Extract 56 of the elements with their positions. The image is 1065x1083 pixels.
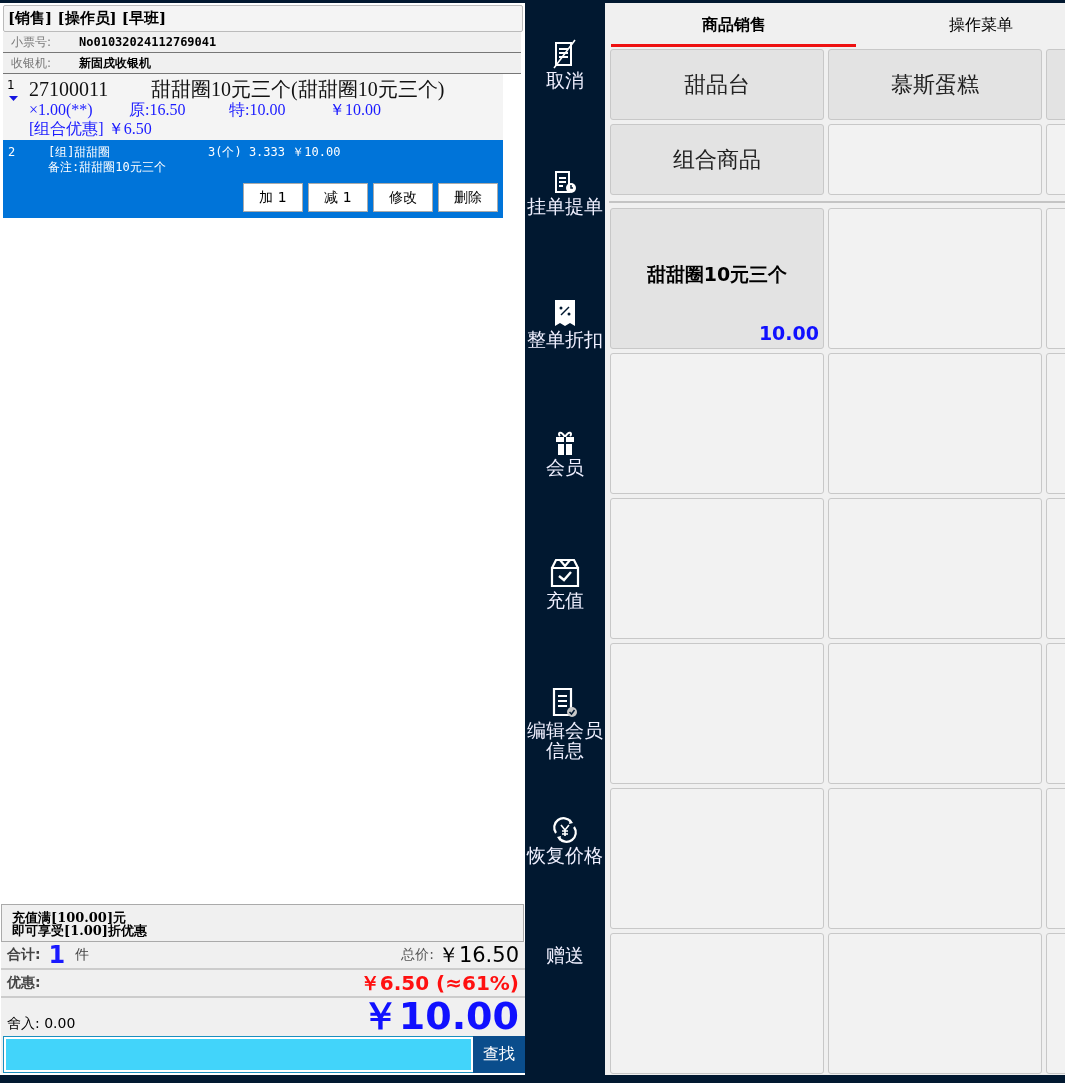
category-button[interactable]: 甜品台 <box>610 49 824 120</box>
line-amount: ￥10.00 <box>329 100 381 119</box>
special-price: 特:10.00 <box>229 100 287 119</box>
document-check-icon <box>551 686 579 719</box>
ticket-label: 小票号: <box>11 33 53 51</box>
sidebar-label: 会员 <box>545 457 585 478</box>
discount-tag-icon <box>553 298 577 328</box>
currency-refresh-icon <box>551 816 579 844</box>
line-action-button[interactable]: 删除 <box>438 183 498 212</box>
category-button[interactable]: 慕斯蛋糕 <box>828 49 1042 120</box>
register-label: 收银机: <box>11 54 53 72</box>
total-label: 总价: <box>401 946 434 964</box>
payable-amount: ￥10.00 <box>360 996 519 1036</box>
discount-label: 优惠: <box>7 974 41 992</box>
product-name: [组]甜甜圈 <box>48 145 112 160</box>
line-action-button[interactable]: 加 1 <box>243 183 303 212</box>
category-button[interactable]: 组合商品 <box>610 124 824 195</box>
promotion-notice: 充值满[100.00]元 <box>12 911 127 924</box>
promotion-text: [组合优惠] ￥6.50 <box>29 119 152 138</box>
sidebar-label: 编辑会员信息 <box>526 720 604 761</box>
line-number: 2 <box>8 145 17 161</box>
product-title: 甜甜圈10元三个 <box>646 262 788 287</box>
sidebar-label: 充值 <box>545 591 585 611</box>
line-action-button[interactable]: 减 1 <box>308 183 368 212</box>
ticket-number: No01032024112769041 <box>79 35 217 49</box>
sidebar-label: 恢复价格 <box>525 846 604 866</box>
clipboard-clock-icon <box>553 168 577 195</box>
promotion-notice: 即可享受[1.00]折优惠 <box>12 924 148 937</box>
product-price: 10.00 <box>758 322 819 344</box>
gift-box-check-icon <box>549 557 581 589</box>
quantity: ×1.00(**) <box>29 100 94 119</box>
line-number: 1 <box>7 78 16 92</box>
sidebar-label: 挂单提单 <box>526 196 604 217</box>
total-price: ￥16.50 <box>437 942 519 969</box>
sidebar-label: 取消 <box>545 71 585 91</box>
item-count: 1 <box>48 941 66 969</box>
register-name: 新固戌收银机 <box>79 54 151 72</box>
caret-icon <box>9 96 18 101</box>
original-price: 原:16.50 <box>129 100 187 119</box>
discount-amount: ￥6.50 (≈61%) <box>359 969 519 997</box>
cancelled-document-icon <box>553 39 577 69</box>
product-tile[interactable]: 甜甜圈10元三个 10.00 <box>610 208 824 349</box>
search-field[interactable] <box>4 1037 473 1072</box>
sidebar-label: 整单折扣 <box>526 330 604 350</box>
count-label: 合计: <box>7 946 41 964</box>
quantity-price: 3(个) 3.333 ￥10.00 <box>208 145 341 160</box>
count-unit: 件 <box>75 946 90 964</box>
line-action-button[interactable]: 修改 <box>373 183 433 212</box>
line-note: 备注:甜甜圈10元三个 <box>48 160 167 175</box>
tab[interactable]: 操作菜单 <box>858 3 1065 47</box>
order-title: [销售] [操作员] [早班] <box>3 5 523 32</box>
sidebar-label: 赠送 <box>545 945 585 966</box>
product-code: 27100011 <box>29 78 110 100</box>
product-name: 甜甜圈10元三个(甜甜圈10元三个) <box>151 78 445 100</box>
search-button[interactable]: 查找 <box>473 1036 525 1073</box>
rounding: 舍入: 0.00 <box>7 1015 76 1033</box>
